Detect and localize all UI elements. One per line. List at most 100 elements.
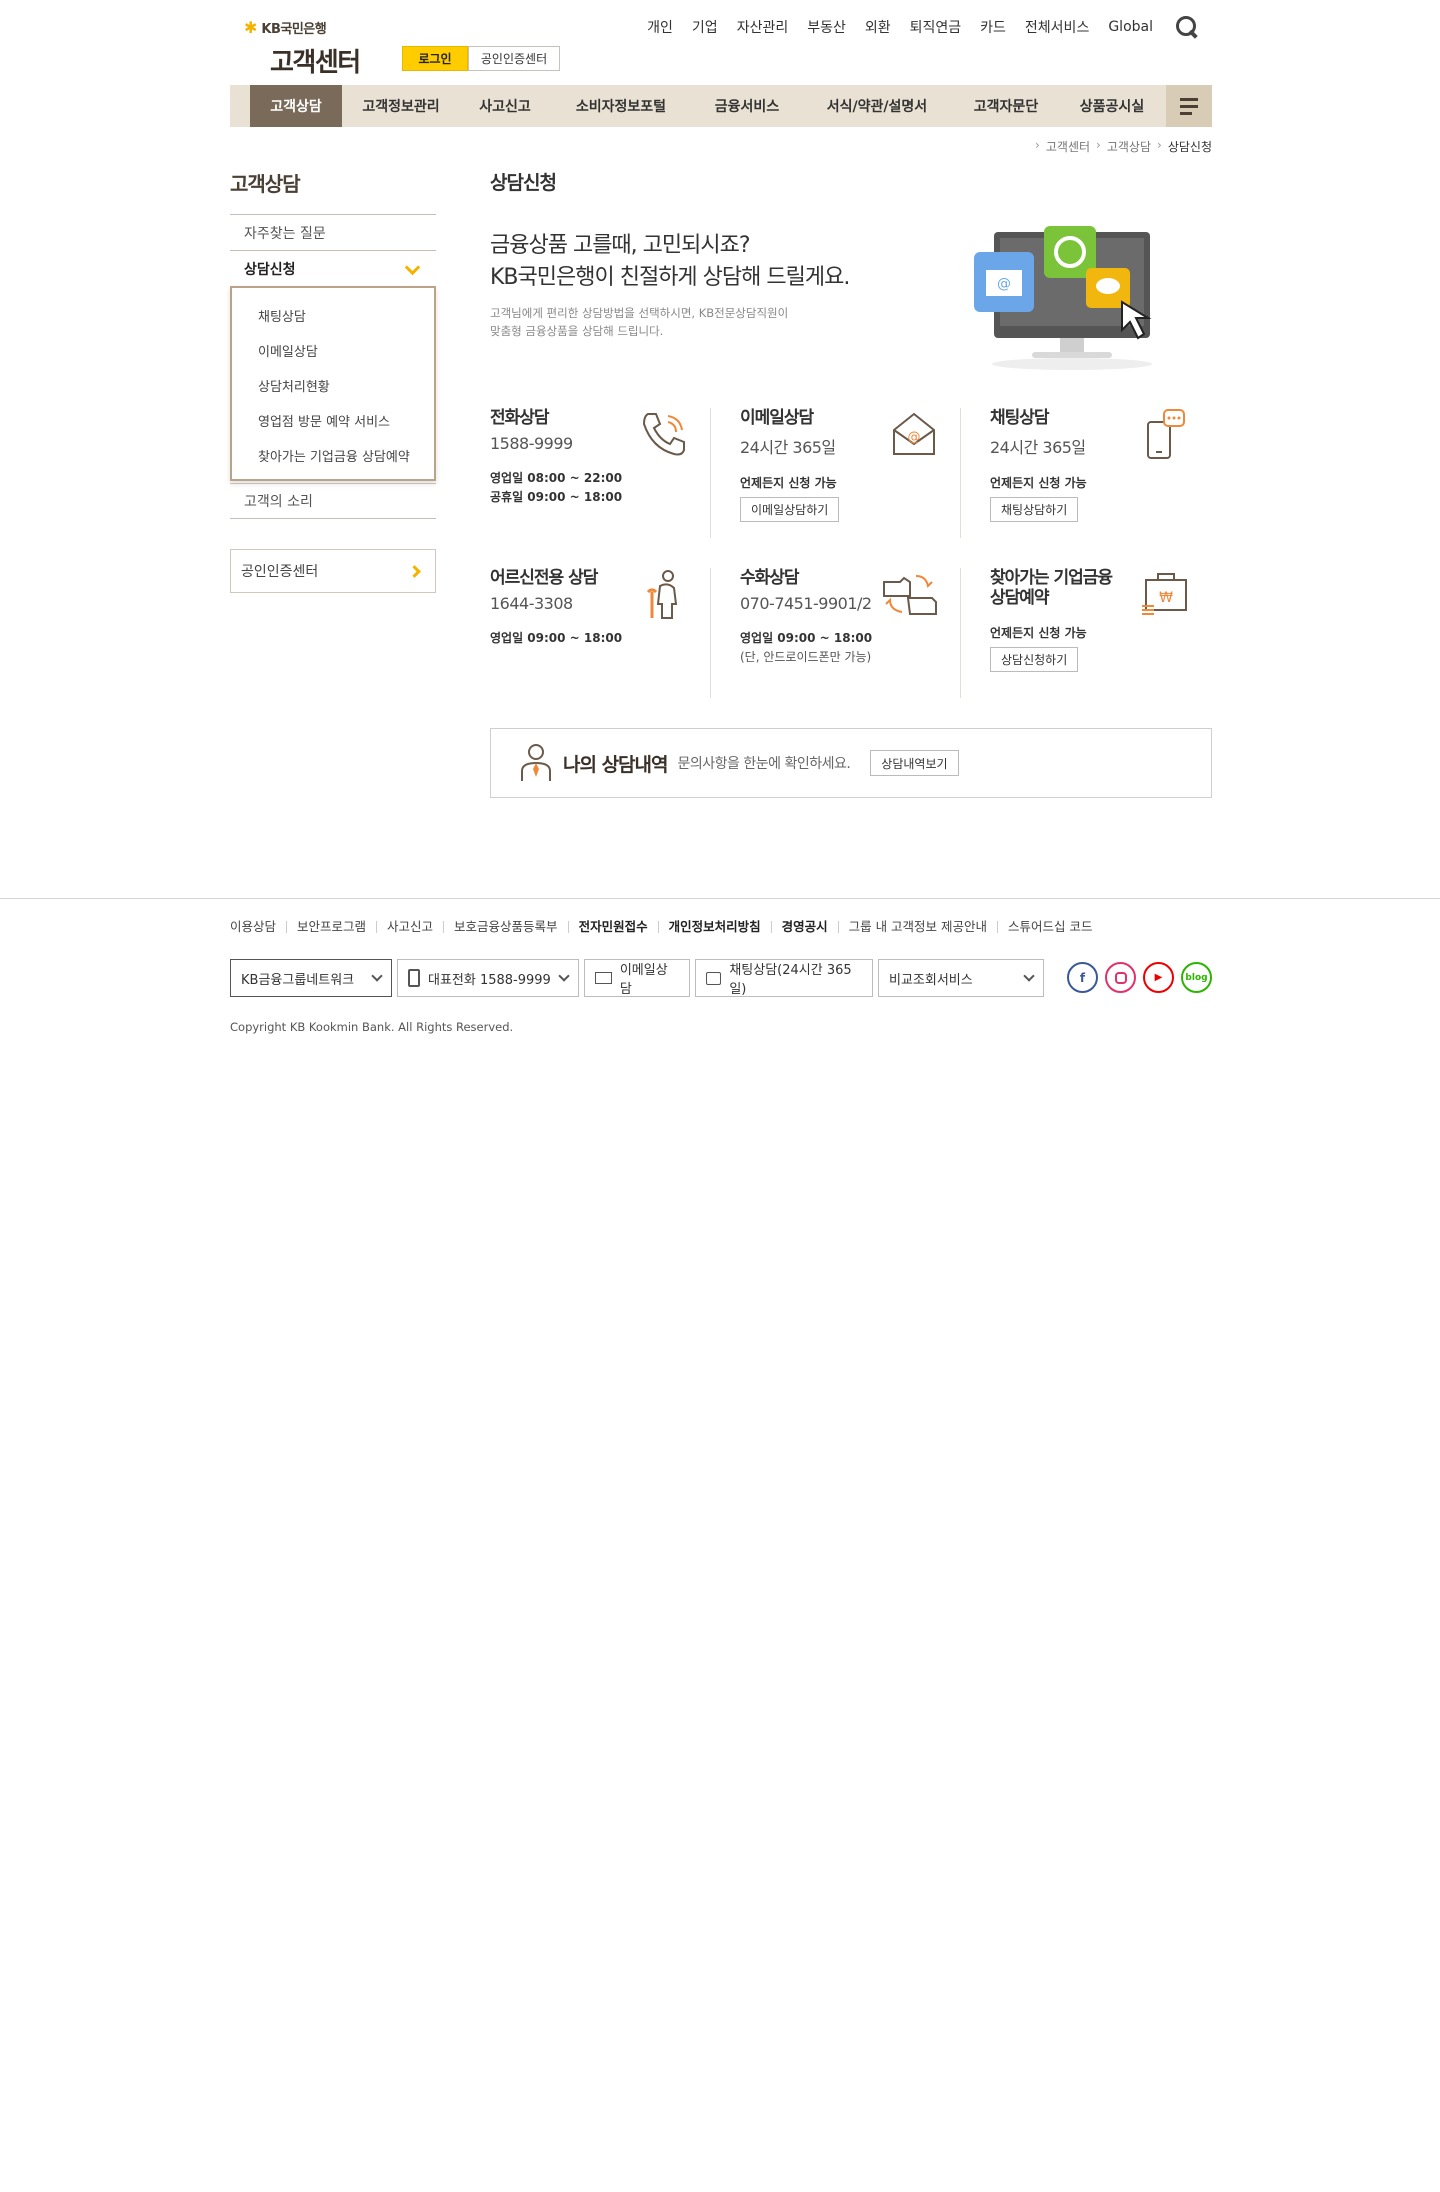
footer-link[interactable]: 경영공시 — [770, 920, 838, 933]
side-nav: 고객상담 자주찾는 질문 상담신청 채팅상담 이메일상담 상담처리현황 영업점 … — [230, 168, 436, 593]
email-consult-button[interactable]: 이메일상담하기 — [740, 497, 840, 522]
side-nav-faq[interactable]: 자주찾는 질문 — [230, 214, 436, 250]
channel-hours: 언제든지 신청 가능 — [990, 476, 1087, 490]
chevron-down-icon — [1023, 970, 1035, 982]
svg-text:@: @ — [908, 430, 921, 445]
svg-text:@: @ — [997, 276, 1011, 292]
intro-heading: 금융상품 고를때, 고민되시죠? KB국민은행이 친절하게 상담해 드릴게요. — [490, 230, 850, 294]
history-title: 나의 상담내역 — [563, 753, 668, 776]
intro-desc-2: 맞춤형 금융상품을 상담해 드립니다. — [490, 324, 664, 338]
top-nav-global[interactable]: Global — [1108, 19, 1153, 35]
history-description: 문의사항을 한눈에 확인하세요. — [677, 756, 851, 772]
side-cert-center-link[interactable]: 공인인증센터 — [230, 549, 436, 593]
submenu-branch-reservation[interactable]: 영업점 방문 예약 서비스 — [232, 403, 434, 438]
chat-consult-link[interactable]: 채팅상담(24시간 365일) — [695, 959, 873, 997]
gnb-advisory[interactable]: 고객자문단 — [952, 85, 1060, 127]
channel-senior: 어르신전용 상담 1644-3308 영업일 09:00 ~ 18:00 — [490, 568, 690, 698]
gnb-forms[interactable]: 서식/약관/설명서 — [802, 85, 952, 127]
channel-hours: 언제든지 신청 가능 — [740, 476, 837, 490]
breadcrumb-chevron-icon: › — [1096, 138, 1101, 152]
blog-icon[interactable]: blog — [1181, 962, 1212, 993]
submenu-corporate-visit[interactable]: 찾아가는 기업금융 상담예약 — [232, 438, 434, 473]
channel-hours-holiday: 공휴일 09:00 ~ 18:00 — [490, 490, 623, 504]
mobile-chat-icon — [1147, 409, 1185, 459]
submenu-email-consult[interactable]: 이메일상담 — [232, 333, 434, 368]
copyright: Copyright KB Kookmin Bank. All Rights Re… — [230, 1020, 514, 1034]
rep-phone-select[interactable]: 대표전화 1588-9999 — [397, 959, 579, 997]
top-nav-asset[interactable]: 자산관리 — [737, 17, 789, 37]
chat-consult-button[interactable]: 채팅상담하기 — [990, 497, 1079, 522]
channel-sign-language: 수화상담 070-7451-9901/2 영업일 09:00 ~ 18:00 (… — [740, 568, 940, 698]
chevron-down-icon — [371, 970, 383, 982]
footer-link[interactable]: 이용상담 — [230, 920, 286, 933]
email-consult-link[interactable]: 이메일상담 — [584, 959, 690, 997]
gnb-customer-consult[interactable]: 고객상담 — [250, 85, 342, 127]
top-nav-corporate[interactable]: 기업 — [692, 17, 718, 37]
footer-links: 이용상담 보안프로그램 사고신고 보호금융상품등록부 전자민원접수 개인정보처리… — [230, 920, 1103, 933]
email-icon: @ — [893, 412, 935, 455]
footer-link[interactable]: 스튜어드십 코드 — [997, 920, 1102, 933]
view-history-button[interactable]: 상담내역보기 — [870, 750, 959, 776]
footer-link[interactable]: 보호금융상품등록부 — [443, 920, 568, 933]
compare-service-select[interactable]: 비교조회서비스 — [878, 959, 1044, 997]
phone-icon — [642, 413, 685, 456]
channel-corporate-visit: 찾아가는 기업금융 상담예약 언제든지 신청 가능 상담신청하기 ₩ — [990, 568, 1190, 698]
my-consult-history-banner: 나의 상담내역 문의사항을 한눈에 확인하세요. 상담내역보기 — [490, 728, 1212, 798]
header: ✱ KB국민은행 고객센터 로그인 공인인증센터 개인 기업 자산관리 부동산 … — [230, 0, 1212, 84]
sns-links: f ▶ blog — [1067, 962, 1212, 993]
footer-link[interactable]: 사고신고 — [376, 920, 443, 933]
side-nav-voice[interactable]: 고객의 소리 — [230, 483, 436, 519]
intro-desc-1: 고객님에게 편리한 상담방법을 선택하시면, KB전문상담직원이 — [490, 306, 789, 320]
chevron-right-icon — [408, 565, 421, 578]
top-nav-forex[interactable]: 외환 — [865, 17, 891, 37]
top-nav-all-services[interactable]: 전체서비스 — [1025, 17, 1089, 37]
gnb-consumer-portal[interactable]: 소비자정보포털 — [550, 85, 692, 127]
login-button[interactable]: 로그인 — [402, 46, 468, 71]
channel-email: 이메일상담 24시간 365일 언제든지 신청 가능 이메일상담하기 @ — [740, 408, 940, 538]
instagram-icon[interactable] — [1105, 962, 1136, 993]
channel-hours: 영업일 09:00 ~ 18:00 — [740, 631, 873, 645]
page-title: 상담신청 — [490, 172, 557, 194]
kb-network-select[interactable]: KB금융그룹네트워크 — [230, 959, 392, 997]
breadcrumb-home[interactable]: 고객센터 — [1046, 138, 1090, 155]
channel-hours-weekday: 영업일 08:00 ~ 22:00 — [490, 471, 623, 485]
footer-tools: KB금융그룹네트워크 대표전화 1588-9999 이메일상담 채팅상담(24시… — [230, 959, 1212, 997]
submenu-chat-consult[interactable]: 채팅상담 — [232, 298, 434, 333]
gnb-financial-service[interactable]: 금융서비스 — [692, 85, 802, 127]
submenu-consult-status[interactable]: 상담처리현황 — [232, 368, 434, 403]
search-icon[interactable] — [1176, 16, 1198, 38]
main-content: 상담신청 금융상품 고를때, 고민되시죠? KB국민은행이 친절하게 상담해 드… — [490, 168, 1212, 798]
footer-link[interactable]: 그룹 내 고객정보 제공안내 — [837, 920, 997, 933]
cert-center-button[interactable]: 공인인증센터 — [468, 46, 560, 71]
corporate-consult-button[interactable]: 상담신청하기 — [990, 647, 1079, 672]
side-cert-label: 공인인증센터 — [241, 564, 319, 580]
gnb-accident-report[interactable]: 사고신고 — [460, 85, 550, 127]
gnb-product-disclosure[interactable]: 상품공시실 — [1060, 85, 1164, 127]
kb-logo[interactable]: ✱ KB국민은행 — [244, 18, 327, 37]
site-title[interactable]: 고객센터 — [270, 42, 361, 79]
gnb-customer-info[interactable]: 고객정보관리 — [342, 85, 460, 127]
side-nav-label: 상담신청 — [244, 261, 296, 278]
chat-bubble-icon — [706, 971, 722, 985]
breadcrumb-section[interactable]: 고객상담 — [1107, 138, 1151, 155]
side-nav-consult-request[interactable]: 상담신청 — [230, 250, 436, 286]
monitor-illustration: @ — [974, 226, 1152, 370]
top-nav-realestate[interactable]: 부동산 — [807, 17, 846, 37]
kb-star-icon: ✱ — [244, 18, 258, 37]
top-nav-card[interactable]: 카드 — [980, 17, 1006, 37]
facebook-icon[interactable]: f — [1067, 962, 1098, 993]
footer-link[interactable]: 보안프로그램 — [286, 920, 376, 933]
channel-hours: 언제든지 신청 가능 — [990, 626, 1087, 640]
youtube-icon[interactable]: ▶ — [1143, 962, 1174, 993]
sign-language-icon — [883, 575, 937, 615]
compare-service-label: 비교조회서비스 — [889, 972, 973, 988]
side-nav-submenu: 채팅상담 이메일상담 상담처리현황 영업점 방문 예약 서비스 찾아가는 기업금… — [230, 286, 436, 481]
mobile-phone-icon — [408, 969, 420, 987]
top-nav-personal[interactable]: 개인 — [647, 17, 673, 37]
mail-icon — [595, 972, 612, 984]
top-nav-pension[interactable]: 퇴직연금 — [910, 17, 962, 37]
footer-link[interactable]: 개인정보처리방침 — [657, 920, 771, 933]
hamburger-menu-icon[interactable] — [1166, 85, 1212, 127]
consultant-person-icon — [521, 744, 551, 781]
footer-link[interactable]: 전자민원접수 — [567, 920, 658, 933]
